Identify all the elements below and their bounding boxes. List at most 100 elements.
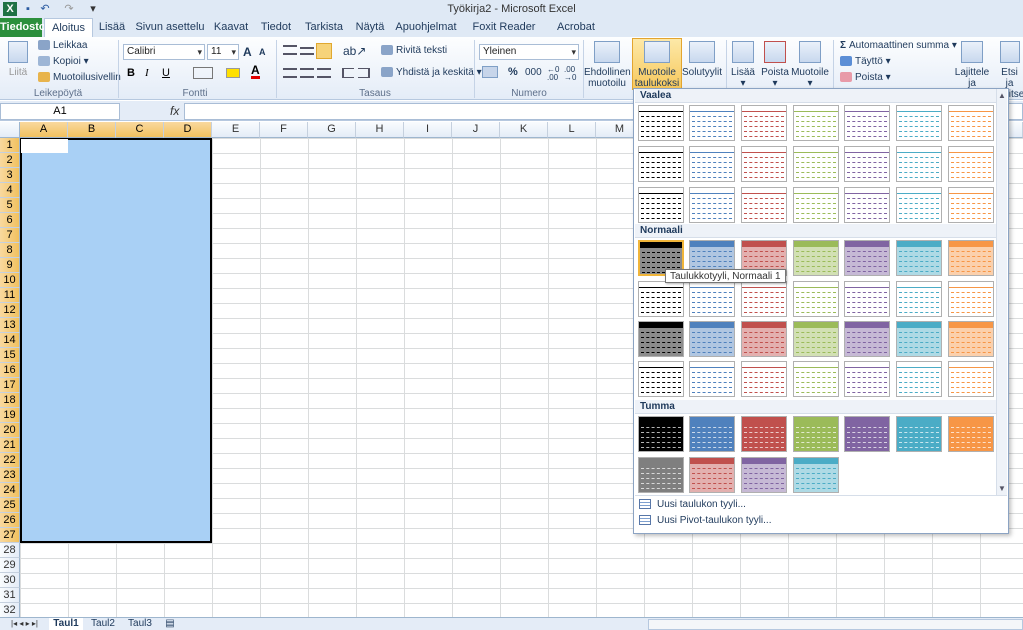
- style-medium-21[interactable]: [948, 321, 994, 357]
- column-header-b[interactable]: B: [68, 122, 116, 138]
- number-format-combo[interactable]: Yleinen: [479, 44, 579, 60]
- row-header-10[interactable]: 10: [0, 273, 20, 288]
- row-header-7[interactable]: 7: [0, 228, 20, 243]
- tab-page-layout[interactable]: Sivun asettelu: [135, 18, 205, 37]
- clear-button[interactable]: Poista ▾: [840, 72, 891, 83]
- tab-formulas[interactable]: Kaavat: [210, 18, 252, 37]
- style-dark-9[interactable]: [689, 457, 735, 493]
- tab-acrobat[interactable]: Acrobat: [554, 18, 598, 37]
- copy-button[interactable]: Kopioi ▾: [38, 56, 89, 67]
- row-header-2[interactable]: 2: [0, 153, 20, 168]
- currency-icon[interactable]: [482, 66, 498, 78]
- column-header-g[interactable]: G: [308, 122, 356, 138]
- style-medium-27[interactable]: [896, 361, 942, 397]
- column-header-d[interactable]: D: [164, 122, 212, 138]
- row-header-14[interactable]: 14: [0, 333, 20, 348]
- style-dark-2[interactable]: [689, 416, 735, 452]
- row-header-23[interactable]: 23: [0, 468, 20, 483]
- format-cells-button[interactable]: Muotoile ▾: [791, 41, 829, 89]
- increase-decimal-icon[interactable]: ←0.00: [547, 66, 559, 82]
- row-header-22[interactable]: 22: [0, 453, 20, 468]
- row-header-21[interactable]: 21: [0, 438, 20, 453]
- scroll-down-icon[interactable]: ▼: [998, 484, 1006, 493]
- tab-data[interactable]: Tiedot: [256, 18, 296, 37]
- bold-button[interactable]: B: [127, 67, 135, 79]
- style-medium-8[interactable]: [638, 281, 684, 317]
- column-header-a[interactable]: A: [20, 122, 68, 138]
- style-medium-13[interactable]: [896, 281, 942, 317]
- cut-button[interactable]: Leikkaa: [38, 40, 87, 51]
- style-dark-3[interactable]: [741, 416, 787, 452]
- name-box[interactable]: A1: [0, 103, 120, 120]
- grow-font-button[interactable]: A: [243, 45, 252, 59]
- fill-button[interactable]: Täyttö ▾: [840, 56, 891, 67]
- tab-view[interactable]: Näytä: [352, 18, 388, 37]
- style-light-11[interactable]: [793, 146, 839, 182]
- new-pivot-style-item[interactable]: Uusi Pivot-taulukon tyyli...: [635, 513, 772, 529]
- style-medium-6[interactable]: [896, 240, 942, 276]
- style-medium-17[interactable]: [741, 321, 787, 357]
- delete-cells-button[interactable]: Poista ▾: [760, 41, 790, 89]
- row-header-6[interactable]: 6: [0, 213, 20, 228]
- row-header-27[interactable]: 27: [0, 528, 20, 543]
- italic-button[interactable]: I: [145, 67, 149, 79]
- select-all-button[interactable]: [0, 122, 20, 138]
- row-header-28[interactable]: 28: [0, 543, 20, 558]
- row-header-12[interactable]: 12: [0, 303, 20, 318]
- fill-color-icon[interactable]: [226, 68, 240, 78]
- align-middle-icon[interactable]: [300, 47, 314, 55]
- row-header-17[interactable]: 17: [0, 378, 20, 393]
- increase-indent-icon[interactable]: [358, 68, 370, 78]
- style-light-13[interactable]: [896, 146, 942, 182]
- format-as-table-button[interactable]: Muotoile taulukoksi ▾: [632, 38, 682, 100]
- insert-function-icon[interactable]: fx: [170, 104, 179, 118]
- column-header-k[interactable]: K: [500, 122, 548, 138]
- column-header-h[interactable]: H: [356, 122, 404, 138]
- style-light-8[interactable]: [638, 146, 684, 182]
- align-left-icon[interactable]: [283, 68, 297, 78]
- style-medium-11[interactable]: [793, 281, 839, 317]
- row-header-4[interactable]: 4: [0, 183, 20, 198]
- tab-review[interactable]: Tarkista: [302, 18, 346, 37]
- decrease-indent-icon[interactable]: [342, 68, 354, 78]
- align-center-icon[interactable]: [300, 68, 314, 78]
- style-light-3[interactable]: [741, 105, 787, 141]
- align-right-icon[interactable]: [317, 68, 331, 78]
- style-medium-24[interactable]: [741, 361, 787, 397]
- style-medium-23[interactable]: [689, 361, 735, 397]
- row-header-24[interactable]: 24: [0, 483, 20, 498]
- row-header-1[interactable]: 1: [0, 138, 20, 153]
- column-header-i[interactable]: I: [404, 122, 452, 138]
- autosum-button[interactable]: Σ Automaattinen summa ▾: [840, 40, 957, 51]
- style-light-6[interactable]: [896, 105, 942, 141]
- style-dark-4[interactable]: [793, 416, 839, 452]
- gallery-scrollbar[interactable]: ▲ ▼: [996, 89, 1007, 495]
- style-medium-22[interactable]: [638, 361, 684, 397]
- orientation-icon[interactable]: ab↗: [343, 44, 366, 58]
- shrink-font-button[interactable]: A: [259, 47, 266, 57]
- style-light-5[interactable]: [844, 105, 890, 141]
- style-light-14[interactable]: [948, 146, 994, 182]
- font-color-icon[interactable]: A: [251, 64, 260, 79]
- row-header-9[interactable]: 9: [0, 258, 20, 273]
- column-header-c[interactable]: C: [116, 122, 164, 138]
- merge-center-button[interactable]: Yhdistä ja keskitä ▾: [381, 67, 482, 78]
- style-medium-10[interactable]: [741, 281, 787, 317]
- wrap-text-button[interactable]: Rivitä teksti: [381, 45, 447, 56]
- sheet-nav-arrows-icon[interactable]: |◂ ◂ ▸ ▸|: [2, 618, 47, 630]
- style-dark-10[interactable]: [741, 457, 787, 493]
- column-header-f[interactable]: F: [260, 122, 308, 138]
- row-header-18[interactable]: 18: [0, 393, 20, 408]
- style-medium-28[interactable]: [948, 361, 994, 397]
- style-medium-14[interactable]: [948, 281, 994, 317]
- style-medium-12[interactable]: [844, 281, 890, 317]
- insert-cells-button[interactable]: Lisää ▾: [729, 41, 757, 89]
- underline-button[interactable]: U: [162, 67, 170, 79]
- style-medium-20[interactable]: [896, 321, 942, 357]
- row-header-15[interactable]: 15: [0, 348, 20, 363]
- style-light-9[interactable]: [689, 146, 735, 182]
- conditional-formatting-button[interactable]: Ehdollinen muotoilu: [584, 41, 631, 89]
- style-light-1[interactable]: [638, 105, 684, 141]
- row-header-3[interactable]: 3: [0, 168, 20, 183]
- style-light-18[interactable]: [793, 187, 839, 223]
